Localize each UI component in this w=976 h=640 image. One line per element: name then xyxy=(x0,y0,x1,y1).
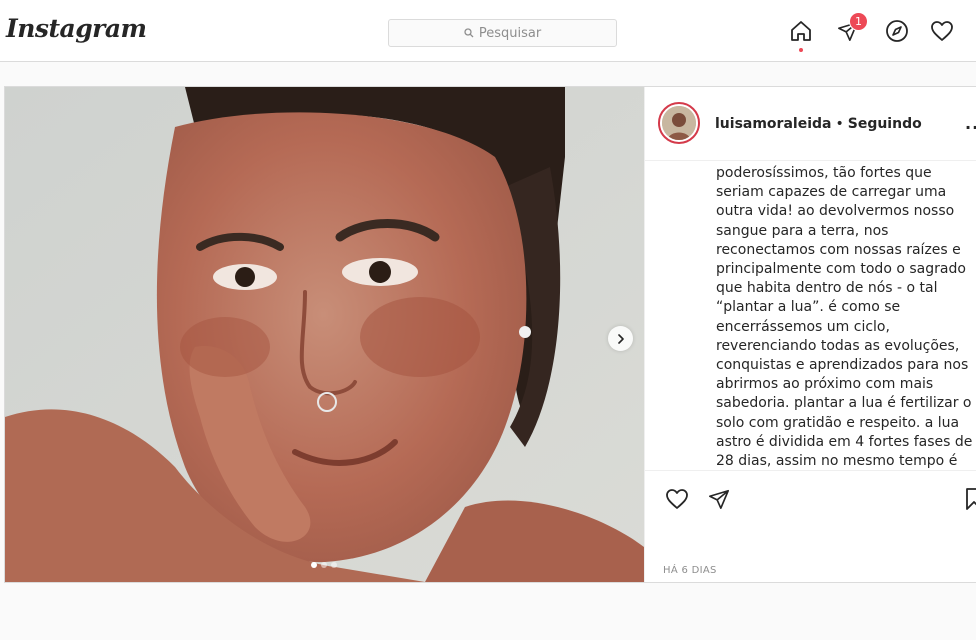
active-page-indicator xyxy=(799,48,803,52)
avatar-image xyxy=(662,106,696,140)
post-photo-image xyxy=(5,87,644,582)
more-options-icon[interactable]: ... xyxy=(965,114,976,133)
post-sidebar: luisamoraleida • Seguindo ... poderosíss… xyxy=(644,87,976,582)
bookmark-icon[interactable] xyxy=(960,485,976,513)
carousel-dot xyxy=(331,562,337,568)
instagram-logo[interactable]: Instagram xyxy=(6,14,147,43)
chevron-right-icon xyxy=(616,329,626,348)
activity-heart-icon[interactable] xyxy=(929,18,955,44)
post-timestamp[interactable]: HÁ 6 DIAS xyxy=(663,565,717,576)
carousel-dot xyxy=(321,562,327,568)
search-icon xyxy=(464,28,474,38)
username-link[interactable]: luisamoraleida xyxy=(715,116,831,132)
search-placeholder: Pesquisar xyxy=(478,25,542,41)
like-heart-icon[interactable] xyxy=(663,485,691,513)
notification-badge: 1 xyxy=(849,12,868,31)
following-button[interactable]: Seguindo xyxy=(848,116,922,132)
separator: • xyxy=(835,116,844,132)
post-photo[interactable] xyxy=(5,87,644,582)
post-caption: poderosíssimos, tão fortes que seriam ca… xyxy=(716,165,973,470)
carousel-dot xyxy=(311,562,317,568)
carousel-indicator xyxy=(311,562,337,568)
post-actions: HÁ 6 DIAS xyxy=(645,470,976,582)
home-icon[interactable] xyxy=(788,18,814,44)
post-author-row: luisamoraleida • Seguindo xyxy=(715,116,922,132)
top-navigation-bar: Instagram Pesquisar 1 xyxy=(0,0,976,62)
avatar[interactable] xyxy=(658,102,700,144)
post-card: luisamoraleida • Seguindo ... poderosíss… xyxy=(4,86,976,583)
search-input[interactable]: Pesquisar xyxy=(388,19,617,47)
post-header: luisamoraleida • Seguindo ... xyxy=(645,87,976,161)
caption-scroll-area[interactable]: poderosíssimos, tão fortes que seriam ca… xyxy=(645,162,976,470)
share-icon[interactable] xyxy=(705,485,733,513)
explore-icon[interactable] xyxy=(884,18,910,44)
carousel-next-button[interactable] xyxy=(608,326,633,351)
